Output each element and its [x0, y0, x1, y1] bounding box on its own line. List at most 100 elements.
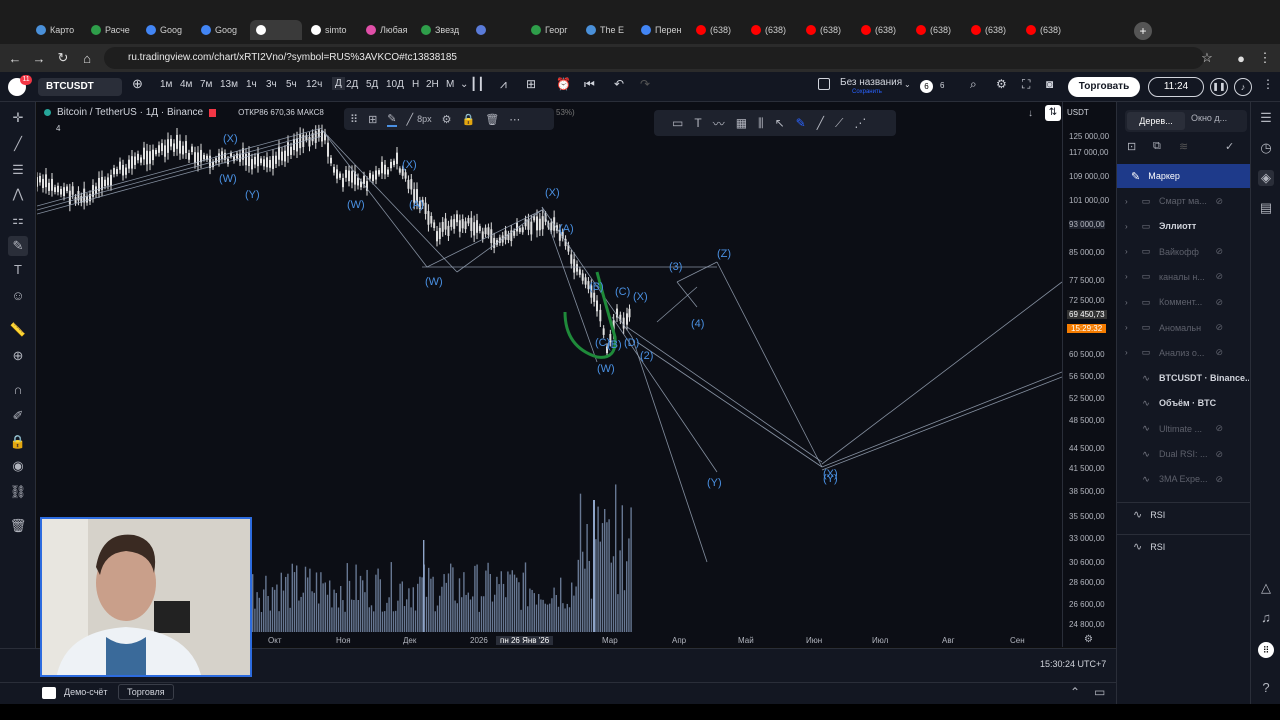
layout-name[interactable]: Без названия	[840, 77, 902, 88]
interval-button[interactable]: 3ч	[266, 79, 277, 90]
eye-icon[interactable]: ◉	[8, 456, 28, 476]
interval-button[interactable]: 12ч	[306, 79, 322, 90]
browser-tab[interactable]: Звезд	[415, 20, 467, 40]
line-icon[interactable]: ╱	[817, 116, 824, 130]
browser-tab[interactable]: Goog	[195, 20, 247, 40]
maximize-icon[interactable]: ▭	[1094, 685, 1105, 699]
delete-icon[interactable]: 🗑	[485, 113, 499, 126]
more-icon[interactable]: ⋮	[1262, 77, 1274, 91]
clock[interactable]: 15:30:24 UTC+7	[1040, 659, 1106, 669]
watchlist-icon[interactable]: ☰	[1258, 110, 1274, 126]
grid-icon[interactable]: ▦	[736, 116, 747, 130]
browser-tab[interactable]: (638)	[800, 20, 852, 40]
legend-title[interactable]: Bitcoin / TetherUS · 1Д · Binance	[57, 107, 203, 118]
browser-tab[interactable]: Карто	[30, 20, 82, 40]
flag-icon[interactable]	[209, 108, 217, 117]
object-tree-item[interactable]: ∿ BTCUSDT · Binance...	[1125, 367, 1249, 389]
layers-icon[interactable]: ≋	[1179, 140, 1188, 153]
object-tree-icon[interactable]: ◈	[1258, 170, 1274, 186]
hidden-eye-icon[interactable]: ⊘	[1215, 297, 1223, 308]
selected-marker-row[interactable]: ✎ Маркер	[1117, 164, 1251, 188]
price-scale[interactable]: USDT 125 000,00 117 000,00 109 000,00 101 0…	[1062, 102, 1116, 647]
interval-button[interactable]: 7м	[200, 79, 212, 90]
object-tree-item[interactable]: › ▭ каналы н... ⊘	[1125, 266, 1249, 288]
edit-list-icon[interactable]: ✓	[1225, 140, 1234, 153]
fib-icon[interactable]: ⚏	[8, 210, 28, 230]
templates-icon[interactable]: ⊞	[526, 77, 536, 91]
trade-button[interactable]: Торговать	[1068, 77, 1140, 97]
recording-timer[interactable]: 11:24	[1148, 77, 1204, 97]
interval-button[interactable]: 1м	[160, 79, 172, 90]
hidden-eye-icon[interactable]: ⊘	[1215, 449, 1223, 460]
lock-icon[interactable]: 🔒	[8, 432, 28, 452]
interval-button[interactable]: 10Д	[386, 79, 404, 90]
text-tool-icon[interactable]: T	[8, 260, 28, 280]
template-icon[interactable]: ⊞	[368, 113, 377, 126]
camera-icon[interactable]: ◙	[1046, 77, 1053, 91]
hidden-eye-icon[interactable]: ⊘	[1215, 246, 1223, 257]
counter-badge-1[interactable]: 6	[920, 80, 933, 93]
object-tree-item[interactable]: › ▭ Смарт ма... ⊘	[1125, 190, 1249, 212]
browser-tab[interactable]: The E	[580, 20, 632, 40]
browser-tab[interactable]: (638)	[690, 20, 742, 40]
rectangle-icon[interactable]: ▭	[672, 116, 683, 130]
interval-button[interactable]: 5Д	[366, 79, 378, 90]
home-icon[interactable]: ⌂	[76, 51, 98, 66]
pencil-color-icon[interactable]: ✎	[387, 112, 397, 127]
chat-icon[interactable]: ▤	[1258, 200, 1274, 216]
object-tree-item[interactable]: › ▭ Коммент... ⊘	[1125, 291, 1249, 313]
redo-icon[interactable]: ↷	[640, 77, 650, 91]
ruler-icon[interactable]: 📏	[8, 320, 28, 340]
expand-chevron-icon[interactable]: ›	[1125, 348, 1133, 357]
interval-button[interactable]: Н	[412, 79, 419, 90]
drag-handle-icon[interactable]: ⠿	[350, 113, 358, 126]
hidden-eye-icon[interactable]: ⊘	[1215, 271, 1223, 282]
indicators-icon[interactable]: ⩘	[500, 77, 507, 92]
object-tree-item[interactable]: ∿ 3MA Expe... ⊘	[1125, 468, 1249, 490]
microphone-icon[interactable]: ♪	[1234, 78, 1252, 96]
copy-icon[interactable]: ⧉	[1153, 140, 1161, 153]
browser-tab[interactable]: (638)	[855, 20, 907, 40]
bookmark-star-icon[interactable]: ☆	[1196, 50, 1218, 66]
forward-icon[interactable]: →	[28, 51, 50, 66]
gear-icon[interactable]: ⚙	[996, 77, 1007, 91]
browser-tab[interactable]: Расче	[85, 20, 137, 40]
expand-chevron-icon[interactable]: ›	[1125, 323, 1133, 332]
fullscreen-icon[interactable]: ⛶	[1022, 77, 1030, 92]
arrow-down-icon[interactable]: ↓	[1028, 108, 1033, 119]
interval-button[interactable]: 13м	[220, 79, 238, 90]
brush-icon[interactable]: ✎	[8, 236, 28, 256]
time-settings-icon[interactable]: ⚙	[1084, 634, 1093, 645]
zoom-icon[interactable]: ⊕	[8, 346, 28, 366]
brush-active-icon[interactable]: ✎	[796, 116, 806, 130]
object-tree-item[interactable]: ∿ Dual RSI: ... ⊘	[1125, 443, 1249, 465]
bars-icon[interactable]: ⫼	[758, 116, 764, 131]
trash-icon[interactable]: 🗑	[8, 516, 28, 536]
text-icon[interactable]: T	[694, 116, 701, 130]
interval-button[interactable]: 2Н	[426, 79, 439, 90]
hidden-eye-icon[interactable]: ⊘	[1215, 196, 1223, 207]
path-icon[interactable]: 〰	[713, 115, 725, 132]
hidden-eye-icon[interactable]: ⊘	[1215, 474, 1223, 485]
object-tree-item[interactable]: › ▭ Вайкофф ⊘	[1125, 241, 1249, 263]
back-icon[interactable]: ←	[4, 51, 26, 66]
expand-chevron-icon[interactable]: ›	[1125, 197, 1133, 206]
browser-tab[interactable]: simto	[305, 20, 357, 40]
object-tree-item[interactable]: ∿ Ultimate ... ⊘	[1125, 418, 1249, 440]
browser-tab[interactable]: (638)	[910, 20, 962, 40]
demo-account-button[interactable]: Демо-счёт	[64, 687, 108, 697]
hidden-eye-icon[interactable]: ⊘	[1215, 322, 1223, 333]
interval-button[interactable]: 1ч	[246, 79, 257, 90]
horizontal-lines-icon[interactable]: ☰	[8, 160, 28, 180]
help-icon[interactable]: ?	[1258, 680, 1274, 696]
browser-tab[interactable]: Goog	[140, 20, 192, 40]
cursor-icon[interactable]: ↖	[775, 116, 785, 130]
pattern-icon[interactable]: ⋀	[8, 184, 28, 204]
legend-sub-count[interactable]: 4	[56, 124, 60, 133]
object-tree-item[interactable]: ∿ Объём · BTC	[1125, 392, 1249, 414]
refresh-icon[interactable]: ⇅	[1045, 105, 1061, 121]
interval-button[interactable]: Д	[332, 77, 345, 90]
interval-button[interactable]: М	[446, 79, 454, 90]
crosshair-icon[interactable]: ✛	[8, 108, 28, 128]
browser-tab[interactable]: Георг	[525, 20, 577, 40]
